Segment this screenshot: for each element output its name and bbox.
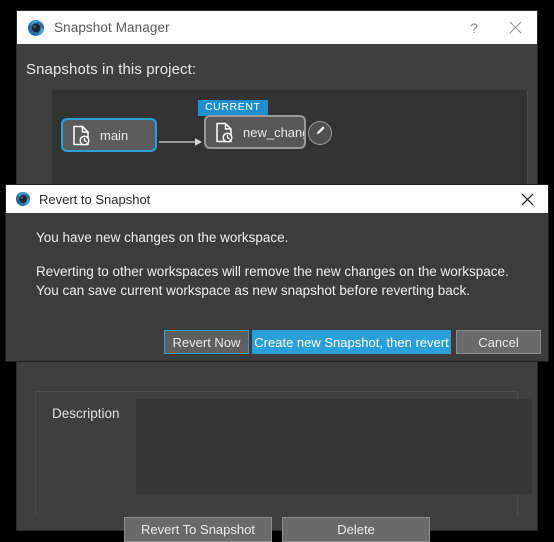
edit-snapshot-button[interactable] (308, 121, 332, 145)
snapshot-graph-panel[interactable]: main CURRENT new_chan (52, 90, 528, 192)
dialog-message-line-3: You can save current workspace as new sn… (36, 283, 470, 298)
revert-now-button[interactable]: Revert Now (164, 330, 249, 354)
dialog-body: You have new changes on the workspace. R… (6, 213, 548, 361)
cancel-button[interactable]: Cancel (456, 330, 541, 354)
delete-button[interactable]: Delete (282, 517, 430, 542)
description-row: Description (38, 399, 533, 502)
revert-to-snapshot-dialog: Revert to Snapshot You have new changes … (6, 185, 548, 361)
pencil-icon (314, 124, 327, 142)
window-titlebar: Snapshot Manager ? (17, 11, 537, 44)
help-button[interactable]: ? (455, 11, 493, 44)
close-icon[interactable] (493, 11, 537, 44)
snapshot-document-clock-icon (215, 122, 234, 143)
window-title: Snapshot Manager (54, 20, 170, 35)
dialog-close-icon[interactable] (506, 185, 548, 213)
revert-to-snapshot-button[interactable]: Revert To Snapshot (124, 517, 272, 542)
description-panel-divider-top (35, 391, 518, 392)
arrow-right-icon (159, 134, 203, 146)
dialog-message-line-2: Reverting to other workspaces will remov… (36, 264, 509, 279)
page-title: Snapshots in this project: (26, 61, 197, 78)
snapshot-document-clock-icon (72, 125, 91, 146)
app-logo-icon (27, 19, 45, 37)
dialog-message-line-1: You have new changes on the workspace. (36, 230, 289, 245)
app-logo-icon (15, 191, 31, 207)
description-panel-divider-left (35, 391, 36, 516)
dialog-title: Revert to Snapshot (39, 191, 151, 207)
description-label: Description (52, 406, 120, 421)
snapshot-node-new-changes[interactable]: new_changes (204, 115, 306, 149)
snapshot-node-main[interactable]: main (61, 118, 157, 152)
status-badge-current: CURRENT (198, 100, 268, 116)
create-snapshot-then-revert-button[interactable]: Create new Snapshot, then revert (252, 330, 451, 354)
description-input[interactable] (136, 399, 532, 494)
snapshot-node-label: main (100, 127, 129, 143)
snapshot-graph-canvas[interactable]: main CURRENT new_chan (52, 90, 517, 192)
snapshot-node-label: new_changes (243, 124, 304, 140)
dialog-titlebar: Revert to Snapshot (6, 185, 548, 213)
